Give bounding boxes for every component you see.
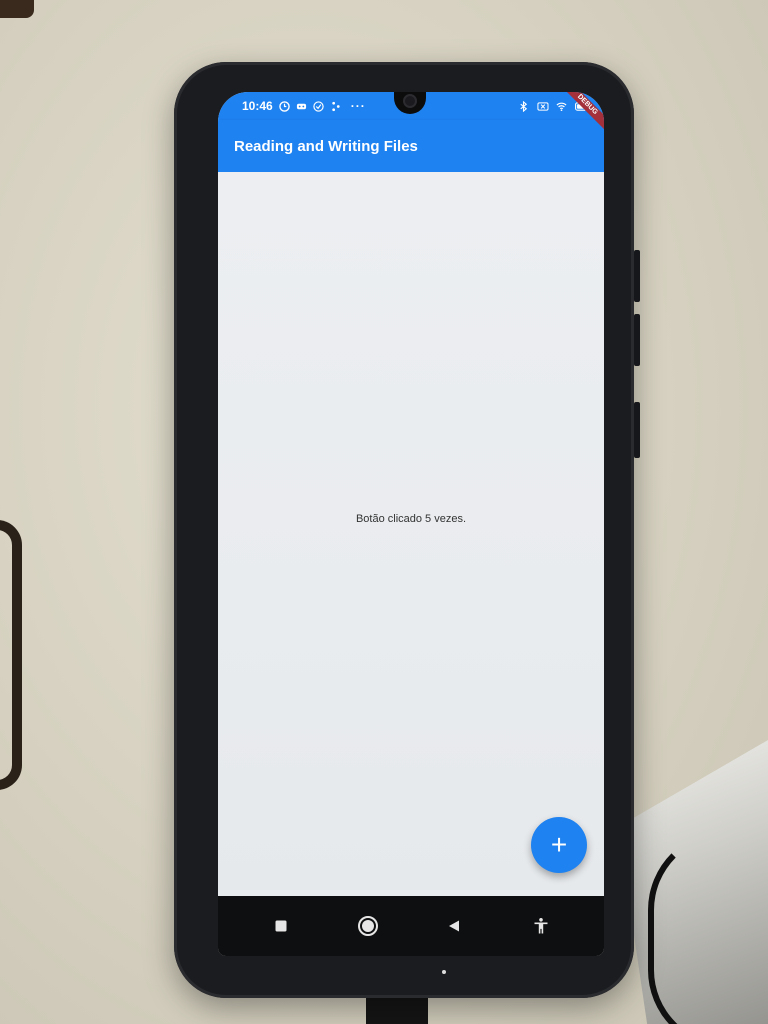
- accessibility-button[interactable]: [527, 912, 555, 940]
- accessibility-icon: [534, 918, 548, 934]
- front-camera: [403, 94, 417, 108]
- app-bar: Reading and Writing Files: [218, 120, 604, 172]
- camera-notch: [394, 92, 426, 114]
- home-circle-icon: [357, 916, 378, 936]
- click-counter-text: Botão clicado 5 vezes.: [355, 513, 467, 525]
- gamepad-icon: [296, 103, 306, 109]
- home-button[interactable]: [354, 912, 382, 940]
- page-title: Reading and Writing Files: [234, 137, 418, 155]
- volume-down-button: [634, 314, 640, 366]
- clock-icon: [278, 100, 290, 112]
- recents-square-icon: [275, 920, 287, 932]
- recents-button[interactable]: [267, 912, 295, 940]
- phone-screen: 10:46 ··· Reading and Writing Files DEBU…: [218, 92, 604, 956]
- wifi-icon: [556, 102, 567, 111]
- power-button: [634, 402, 640, 458]
- volume-up-button: [634, 250, 640, 302]
- more-notifications-indicator: ···: [350, 99, 366, 113]
- share-icon: [331, 101, 340, 111]
- app-body: Botão clicado 5 vezes.: [218, 172, 604, 890]
- increment-fab-button[interactable]: +: [531, 817, 587, 873]
- desk-cable: [0, 520, 22, 790]
- status-bar: 10:46 ···: [218, 92, 604, 120]
- phone-device: 10:46 ··· Reading and Writing Files DEBU…: [174, 62, 640, 998]
- status-time: 10:46: [242, 99, 273, 113]
- sim-off-icon: [537, 101, 549, 111]
- photo-scene: 10:46 ··· Reading and Writing Files DEBU…: [0, 0, 768, 1024]
- led-indicator: [442, 970, 446, 974]
- back-button[interactable]: [440, 912, 468, 940]
- bluetooth-icon: [520, 100, 528, 112]
- back-triangle-icon: [449, 920, 460, 932]
- system-nav-bar: [218, 896, 604, 956]
- desk-wire: [648, 830, 768, 1024]
- add-icon: +: [550, 829, 568, 860]
- check-circle-icon: [313, 100, 324, 112]
- desk-object: [0, 0, 34, 18]
